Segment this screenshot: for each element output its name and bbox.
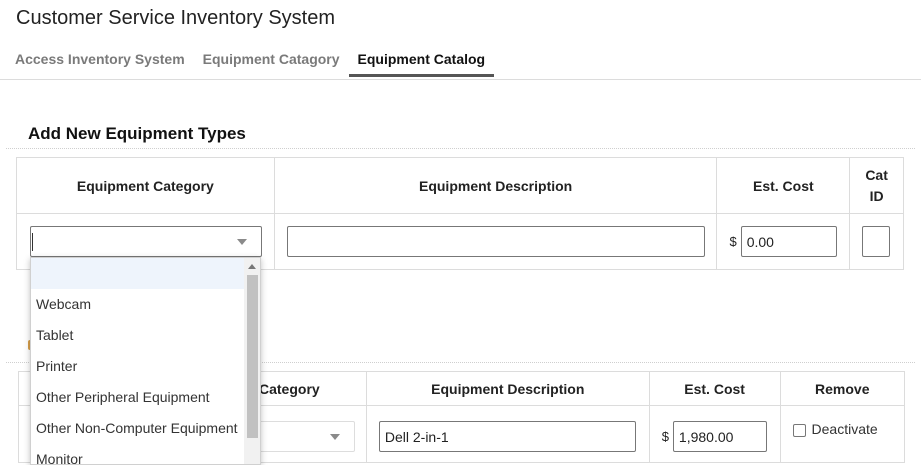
header-est-cost-2: Est. Cost bbox=[648, 371, 781, 406]
est-cost-input[interactable] bbox=[740, 226, 837, 257]
dropdown-option-other-non-computer[interactable]: Other Non-Computer Equipment bbox=[31, 413, 245, 444]
row-category-select[interactable] bbox=[259, 421, 355, 452]
cat-id-input[interactable] bbox=[862, 226, 891, 257]
header-equipment-description: Equipment Description bbox=[273, 157, 718, 214]
description-cell bbox=[273, 213, 718, 270]
row-description-cell bbox=[365, 405, 650, 463]
add-section-title: Add New Equipment Types bbox=[28, 124, 246, 143]
section-divider bbox=[6, 148, 915, 149]
header-cat-id: Cat ID bbox=[849, 157, 904, 214]
dropdown-option-monitor[interactable]: Monitor bbox=[31, 444, 245, 464]
tab-access-inventory-system[interactable]: Access Inventory System bbox=[6, 44, 194, 77]
catid-cell bbox=[849, 213, 904, 270]
row-remove-cell: Deactivate bbox=[779, 405, 906, 463]
header-equipment-category: Equipment Category bbox=[16, 157, 275, 214]
header-equipment-description-2: Equipment Description bbox=[365, 371, 650, 406]
header-remove: Remove bbox=[779, 371, 906, 406]
row-cost-input[interactable] bbox=[672, 421, 767, 452]
row-description-input[interactable] bbox=[378, 421, 636, 452]
chevron-down-icon bbox=[330, 434, 340, 440]
scrollbar-thumb[interactable] bbox=[247, 275, 258, 438]
dropdown-option-other-peripheral[interactable]: Other Peripheral Equipment bbox=[31, 382, 245, 413]
cost-cell: $ bbox=[716, 213, 851, 270]
add-equipment-table: Equipment Category Equipment Description… bbox=[16, 157, 904, 270]
header-est-cost: Est. Cost bbox=[716, 157, 851, 214]
deactivate-checkbox[interactable] bbox=[792, 423, 806, 437]
text-caret bbox=[32, 233, 33, 251]
scroll-up-icon[interactable] bbox=[248, 264, 256, 269]
dropdown-option-blank[interactable] bbox=[31, 258, 245, 289]
dropdown-scrollbar[interactable] bbox=[244, 258, 260, 464]
tab-equipment-catalog[interactable]: Equipment Catalog bbox=[348, 44, 495, 77]
tab-divider bbox=[0, 79, 921, 80]
row-cost-cell: $ bbox=[648, 405, 781, 463]
equipment-description-input[interactable] bbox=[286, 226, 705, 257]
tab-bar: Access Inventory System Equipment Catago… bbox=[6, 44, 495, 77]
dropdown-option-printer[interactable]: Printer bbox=[31, 351, 245, 382]
equipment-category-dropdown: Webcam Tablet Printer Other Peripheral E… bbox=[30, 257, 261, 465]
tab-equipment-category[interactable]: Equipment Catagory bbox=[194, 44, 349, 77]
equipment-category-select[interactable] bbox=[30, 226, 262, 257]
chevron-down-icon bbox=[237, 239, 247, 245]
app-title: Customer Service Inventory System bbox=[16, 7, 335, 29]
dropdown-option-webcam[interactable]: Webcam bbox=[31, 289, 245, 320]
deactivate-label: Deactivate bbox=[811, 421, 878, 437]
currency-symbol: $ bbox=[729, 234, 737, 249]
currency-symbol: $ bbox=[661, 429, 669, 444]
dropdown-option-tablet[interactable]: Tablet bbox=[31, 320, 245, 351]
